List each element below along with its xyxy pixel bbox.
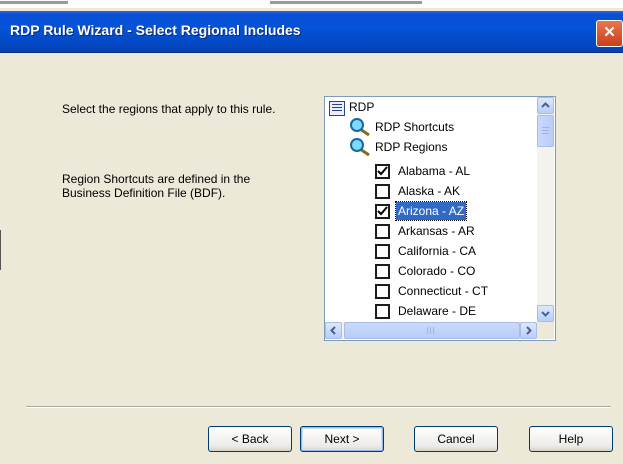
window-edge-artifact <box>0 230 4 270</box>
tree-node-label: RDP Shortcuts <box>375 120 455 134</box>
button-separator <box>26 406 611 408</box>
region-label: Alabama - AL <box>398 164 471 178</box>
back-button[interactable]: < Back <box>208 426 292 452</box>
next-button[interactable]: Next > <box>300 426 384 452</box>
region-label: Colorado - CO <box>398 264 476 278</box>
region-tree[interactable]: RDP RDP Shortcuts RDP Regions Alabama - … <box>324 96 556 341</box>
chevron-right-icon <box>526 326 532 335</box>
checkbox-unchecked[interactable] <box>375 304 390 319</box>
checkbox-unchecked[interactable] <box>375 284 390 299</box>
bdf-note-text: Region Shortcuts are defined in the Busi… <box>62 172 251 200</box>
magnifier-icon <box>350 138 370 157</box>
background-text-fragment <box>270 1 422 4</box>
scroll-down-button[interactable] <box>537 305 554 322</box>
window-title: RDP Rule Wizard - Select Regional Includ… <box>10 22 301 38</box>
tree-node-label: RDP Regions <box>375 140 448 154</box>
checkbox-unchecked[interactable] <box>375 264 390 279</box>
magnifier-icon <box>350 118 370 137</box>
help-button[interactable]: Help <box>529 426 613 452</box>
close-button[interactable]: ✕ <box>596 20 623 47</box>
checkbox-unchecked[interactable] <box>375 244 390 259</box>
region-label: California - CA <box>398 244 477 258</box>
scroll-right-button[interactable] <box>520 322 537 339</box>
horizontal-scroll-thumb[interactable] <box>344 322 520 339</box>
region-label: Arizona - AZ <box>394 201 468 221</box>
checkbox-unchecked[interactable] <box>375 184 390 199</box>
region-label: Connecticut - CT <box>398 284 489 298</box>
vertical-scrollbar[interactable] <box>537 97 554 322</box>
chevron-down-icon <box>541 311 550 317</box>
scroll-up-button[interactable] <box>537 97 554 114</box>
title-bar[interactable]: RDP Rule Wizard - Select Regional Includ… <box>0 11 623 53</box>
cancel-button[interactable]: Cancel <box>414 426 498 452</box>
scrollbar-corner <box>537 322 554 339</box>
list-icon <box>329 101 345 116</box>
close-icon: ✕ <box>603 24 616 41</box>
chevron-left-icon <box>330 326 336 335</box>
region-label: Delaware - DE <box>398 304 477 318</box>
background-text-fragment <box>0 1 68 4</box>
vertical-scroll-thumb[interactable] <box>537 115 554 147</box>
checkbox-checked[interactable] <box>375 164 390 179</box>
tree-node-label: RDP <box>349 100 375 114</box>
background-window-strip <box>0 0 623 8</box>
scroll-left-button[interactable] <box>325 322 342 339</box>
instruction-text: Select the regions that apply to this ru… <box>62 102 276 116</box>
checkbox-unchecked[interactable] <box>375 224 390 239</box>
region-label: Arkansas - AR <box>398 224 475 238</box>
checkbox-checked[interactable] <box>375 204 390 219</box>
region-label: Alaska - AK <box>398 184 461 198</box>
horizontal-scrollbar[interactable] <box>325 322 537 339</box>
chevron-up-icon <box>541 102 550 108</box>
